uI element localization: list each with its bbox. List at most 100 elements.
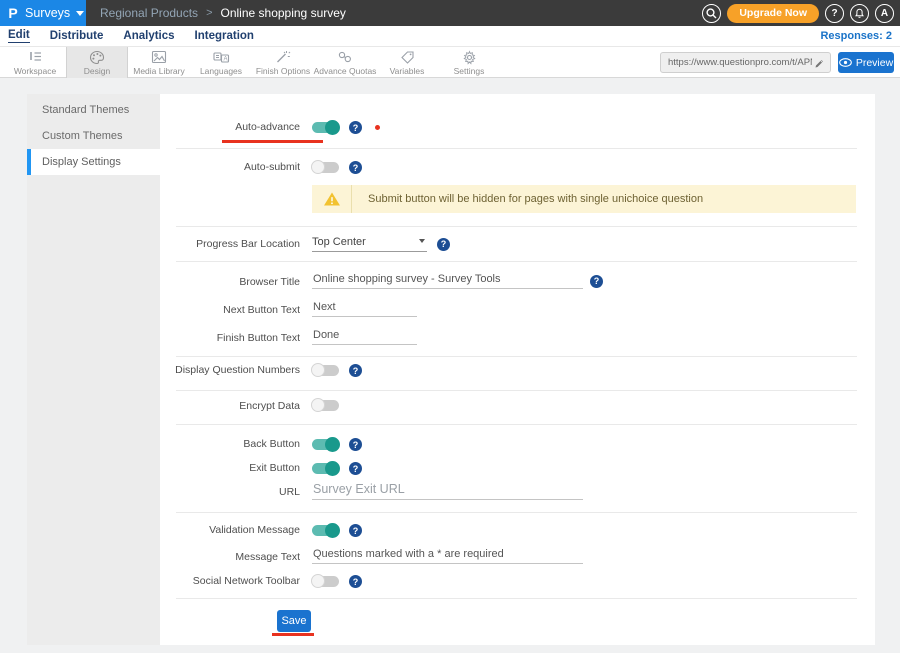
display-question-numbers-toggle[interactable]: [312, 365, 339, 376]
translate-icon: A: [213, 50, 230, 65]
preview-button[interactable]: Preview: [838, 52, 894, 73]
progress-bar-location-select[interactable]: Top Center: [312, 236, 427, 252]
warning-text: Submit button will be hidden for pages w…: [352, 193, 703, 205]
chevron-down-icon: [419, 239, 425, 243]
exit-url-control: [312, 482, 583, 500]
divider: [176, 424, 857, 425]
message-text-input[interactable]: [312, 548, 583, 564]
auto-advance-label: Auto-advance: [160, 121, 300, 133]
help-icon[interactable]: ?: [349, 524, 362, 537]
help-icon[interactable]: ?: [590, 275, 603, 288]
annotation-red-dot: [375, 125, 380, 130]
toolbar-tab-finish-options[interactable]: Finish Options: [252, 47, 314, 78]
auto-advance-toggle[interactable]: [312, 122, 339, 133]
toolbar-tab-label: Workspace: [14, 66, 56, 76]
exit-url-input[interactable]: [312, 482, 583, 500]
notifications-bell-icon[interactable]: [850, 4, 869, 23]
toolbar-tab-design[interactable]: Design: [66, 47, 128, 78]
sidebar-item-custom-themes[interactable]: Custom Themes: [27, 123, 160, 149]
questionpro-logo-icon: P: [3, 5, 23, 21]
gear-icon: [462, 50, 477, 65]
svg-text:A: A: [223, 57, 227, 63]
message-text-control: [312, 548, 583, 564]
help-icon[interactable]: ?: [349, 462, 362, 475]
responses-count-link[interactable]: Responses: 2: [820, 30, 892, 42]
finish-button-text-label: Finish Button Text: [160, 332, 300, 344]
social-network-toolbar-toggle[interactable]: [312, 576, 339, 587]
app-window: P Surveys Regional Products > Online sho…: [0, 0, 900, 653]
exit-url-label: URL: [160, 486, 300, 498]
help-circle-icon[interactable]: ?: [825, 4, 844, 23]
exit-button-toggle[interactable]: [312, 463, 339, 474]
edit-url-pencil-icon[interactable]: [814, 56, 825, 74]
help-icon[interactable]: ?: [349, 121, 362, 134]
toolbar-tab-workspace[interactable]: Workspace: [4, 47, 66, 78]
toolbar-tab-label: Variables: [390, 66, 425, 76]
sidebar-item-standard-themes[interactable]: Standard Themes: [27, 97, 160, 123]
nav-tab-analytics[interactable]: Analytics: [123, 30, 174, 43]
encrypt-data-toggle[interactable]: [312, 400, 339, 411]
help-icon[interactable]: ?: [349, 161, 362, 174]
search-icon[interactable]: [702, 4, 721, 23]
upgrade-now-button[interactable]: Upgrade Now: [727, 4, 819, 23]
preview-label: Preview: [856, 57, 893, 69]
nav-tab-integration[interactable]: Integration: [195, 30, 254, 43]
auto-submit-toggle[interactable]: [312, 162, 339, 173]
auto-advance-control: ?: [312, 121, 362, 134]
palette-icon: [89, 50, 105, 65]
auto-submit-control: ?: [312, 161, 362, 174]
browser-title-input[interactable]: [312, 273, 583, 289]
toolbar-tab-label: Languages: [200, 66, 242, 76]
toolbar-tab-label: Design: [84, 66, 110, 76]
auto-submit-warning: Submit button will be hidden for pages w…: [312, 185, 856, 213]
nav-tab-edit[interactable]: Edit: [8, 29, 30, 43]
toolbar-tab-variables[interactable]: Variables: [376, 47, 438, 78]
divider: [176, 148, 857, 149]
chain-links-icon: [337, 50, 353, 65]
exit-button-control: ?: [312, 462, 362, 475]
survey-url-field[interactable]: [660, 52, 831, 73]
divider: [176, 226, 857, 227]
help-icon[interactable]: ?: [437, 238, 450, 251]
help-icon[interactable]: ?: [349, 438, 362, 451]
surveys-menu[interactable]: Surveys: [25, 6, 70, 20]
help-icon[interactable]: ?: [349, 575, 362, 588]
finish-button-text-input[interactable]: [312, 329, 417, 345]
toolbar-tab-settings[interactable]: Settings: [438, 47, 500, 78]
finish-button-text-control: [312, 329, 417, 345]
sidebar-item-display-settings[interactable]: Display Settings: [27, 149, 160, 175]
browser-title-label: Browser Title: [160, 276, 300, 288]
magic-wand-icon: [275, 50, 291, 65]
nav-tab-distribute[interactable]: Distribute: [50, 30, 104, 43]
breadcrumb-parent[interactable]: Regional Products: [100, 6, 198, 20]
toolbar-tab-label: Settings: [454, 66, 485, 76]
back-button-control: ?: [312, 438, 362, 451]
validation-message-label: Validation Message: [160, 524, 300, 536]
toolbar-tab-advance-quotas[interactable]: Advance Quotas: [314, 47, 376, 78]
social-network-toolbar-label: Social Network Toolbar: [160, 575, 300, 587]
toolbar-tab-media-library[interactable]: Media Library: [128, 47, 190, 78]
breadcrumb-current: Online shopping survey: [221, 6, 346, 20]
top-bar: P Surveys Regional Products > Online sho…: [0, 0, 900, 26]
divider: [176, 390, 857, 391]
account-avatar[interactable]: A: [875, 4, 894, 23]
back-button-toggle[interactable]: [312, 439, 339, 450]
breadcrumb-separator: >: [206, 7, 212, 19]
design-toolbar: Workspace Design Media Library A Languag…: [0, 47, 900, 78]
help-icon[interactable]: ?: [349, 364, 362, 377]
display-question-numbers-label: Display Question Numbers: [160, 364, 300, 376]
toolbar-tab-languages[interactable]: A Languages: [190, 47, 252, 78]
divider: [176, 512, 857, 513]
validation-message-control: ?: [312, 524, 362, 537]
next-button-text-control: [312, 301, 417, 317]
validation-message-toggle[interactable]: [312, 525, 339, 536]
save-button[interactable]: Save: [277, 610, 311, 632]
auto-submit-label: Auto-submit: [160, 161, 300, 173]
themes-sidebar: Standard Themes Custom Themes Display Se…: [27, 94, 160, 645]
divider: [176, 356, 857, 357]
brand-area[interactable]: P Surveys: [0, 0, 86, 26]
next-button-text-input[interactable]: [312, 301, 417, 317]
annotation-underline-auto-advance: [222, 140, 323, 143]
display-settings-panel: Auto-advance ? Auto-submit ? Submit butt…: [160, 94, 875, 645]
divider: [176, 598, 857, 599]
